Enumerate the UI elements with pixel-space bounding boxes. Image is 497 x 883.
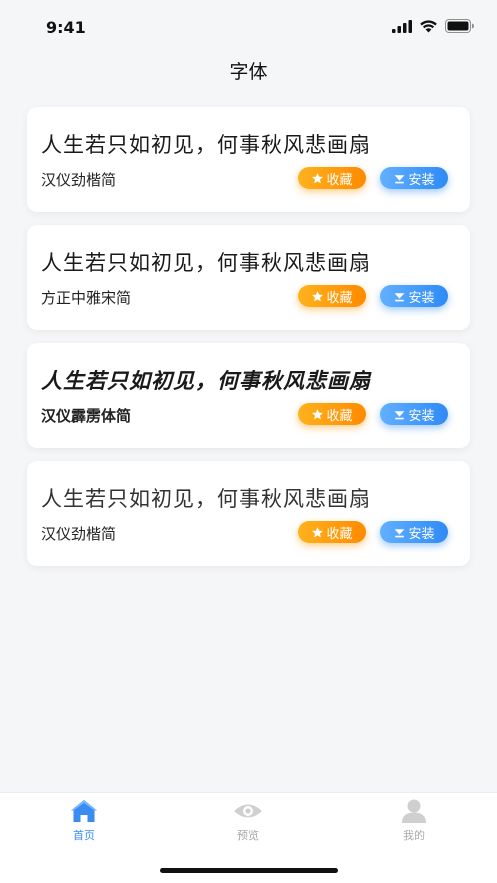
star-icon [312,290,324,301]
install-label: 安装 [408,290,435,306]
install-label: 安装 [408,526,435,542]
star-icon [312,526,324,537]
font-card[interactable]: 人生若只如初见，何事秋风悲画扇 方正中雅宋简 收藏 安装 [27,225,470,330]
tab-home[interactable]: 首页 [44,799,124,849]
favorite-button[interactable]: 收藏 [298,521,366,543]
install-button[interactable]: 安装 [380,403,448,425]
wifi-icon [420,20,437,33]
favorite-label: 收藏 [326,172,353,188]
tab-preview[interactable]: 预览 [208,799,288,849]
star-icon [312,408,324,419]
install-button[interactable]: 安装 [380,285,448,307]
tab-mine[interactable]: 我的 [374,799,454,849]
font-card[interactable]: 人生若只如初见，何事秋风悲画扇 汉仪劲楷简 收藏 安装 [27,107,470,212]
status-icons [392,19,475,33]
tab-mine-label: 我的 [403,829,425,842]
download-arrow-icon [395,174,405,183]
eye-icon [234,804,262,818]
font-sample-text: 人生若只如初见，何事秋风悲画扇 [41,133,371,157]
page-title: 字体 [229,61,268,83]
favorite-button[interactable]: 收藏 [298,167,366,189]
battery-icon [445,19,474,33]
install-label: 安装 [408,172,435,188]
status-time: 9:41 [46,17,86,37]
download-arrow-icon [395,410,405,419]
font-list: 人生若只如初见，何事秋风悲画扇 汉仪劲楷简 收藏 安装 人生若只如初见，何事秋风… [27,107,470,579]
download-arrow-icon [395,528,405,537]
favorite-label: 收藏 [326,408,353,424]
font-name: 汉仪劲楷简 [41,171,117,189]
favorite-label: 收藏 [326,290,353,306]
font-name: 汉仪劲楷简 [41,525,117,543]
install-button[interactable]: 安装 [380,167,448,189]
favorite-label: 收藏 [326,526,353,542]
font-sample-text: 人生若只如初见，何事秋风悲画扇 [41,487,371,511]
install-label: 安装 [408,408,435,424]
font-card[interactable]: 人生若只如初见，何事秋风悲画扇 汉仪劲楷简 收藏 安装 [27,461,470,566]
font-name: 汉仪霹雳体简 [41,407,132,425]
font-name: 方正中雅宋简 [41,289,132,307]
favorite-button[interactable]: 收藏 [298,285,366,307]
install-button[interactable]: 安装 [380,521,448,543]
font-sample-text: 人生若只如初见，何事秋风悲画扇 [41,369,371,393]
tab-preview-label: 预览 [237,829,259,842]
favorite-button[interactable]: 收藏 [298,403,366,425]
status-bar: 9:41 [0,0,497,52]
home-indicator[interactable] [160,868,338,873]
star-icon [312,172,324,183]
font-sample-text: 人生若只如初见，何事秋风悲画扇 [41,251,371,275]
tab-home-label: 首页 [73,829,95,842]
signal-icon [392,19,412,33]
user-icon [402,799,426,823]
home-icon [71,800,97,822]
download-arrow-icon [395,292,405,301]
font-card[interactable]: 人生若只如初见，何事秋风悲画扇 汉仪霹雳体简 收藏 安装 [27,343,470,448]
